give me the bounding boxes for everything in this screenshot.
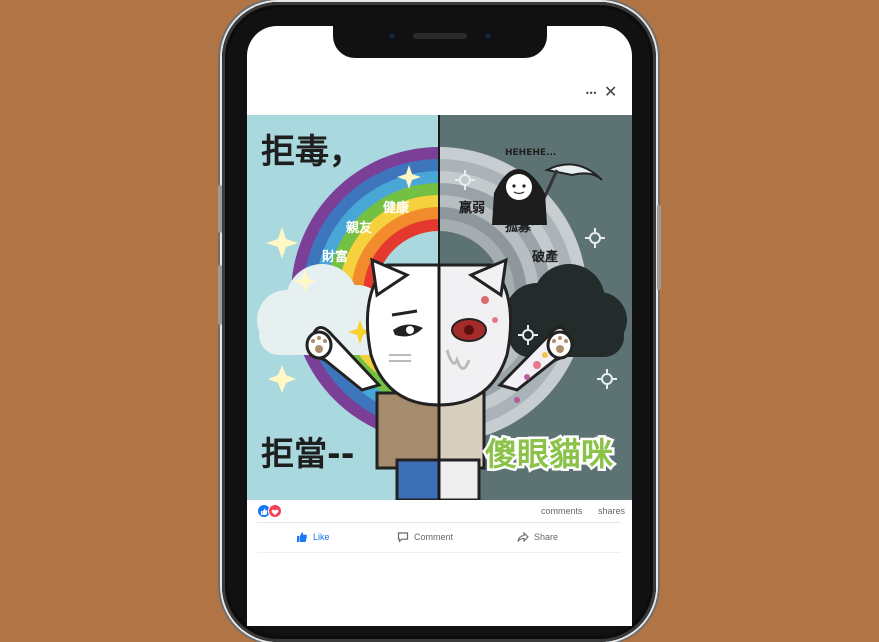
more-dots-icon: ••• <box>585 89 597 98</box>
good-word-family: 親友 <box>346 220 372 236</box>
comment-button[interactable]: Comment <box>397 528 453 546</box>
front-camera-icon <box>387 31 397 41</box>
sensor-icon <box>483 31 493 41</box>
phone-silent-switch <box>218 185 222 233</box>
bad-word-weak: 羸弱 <box>459 200 485 216</box>
headline-highlight: 傻眼貓咪 <box>485 435 613 473</box>
love-reaction-icon[interactable] <box>269 505 281 517</box>
phone-power-button <box>657 205 661 290</box>
close-button[interactable]: ✕ <box>604 84 617 100</box>
shares-count[interactable]: shares <box>598 505 625 517</box>
like-button[interactable]: Like <box>296 528 330 546</box>
good-word-health: 健康 <box>383 200 410 216</box>
headline-bottom: 拒當-- <box>261 434 354 473</box>
footer-divider <box>257 552 621 553</box>
like-label: Like <box>313 532 330 542</box>
good-word-wealth: 財富 <box>321 249 348 265</box>
speaker-grille <box>413 33 467 39</box>
phone-volume-button <box>218 265 222 325</box>
share-icon <box>517 531 529 543</box>
phone-notch <box>333 22 547 58</box>
bad-word-bankrupt: 破產 <box>532 249 558 265</box>
comments-count[interactable]: comments <box>541 505 583 517</box>
comment-icon <box>397 532 409 543</box>
actions-divider <box>257 522 621 523</box>
close-icon: ✕ <box>604 82 618 101</box>
more-options-button[interactable]: ••• <box>585 84 597 101</box>
comment-label: Comment <box>414 532 454 542</box>
share-label: Share <box>534 532 559 542</box>
reaction-counts-row: comments shares <box>247 500 632 522</box>
headline-top: 拒毒， <box>261 132 363 172</box>
thumbs-up-icon <box>297 532 307 542</box>
laugh-text: HEHEHE... <box>505 148 556 158</box>
anti-drug-cat-illustration: 拒毒， 拒當-- 傻眼貓咪 HEHEHE... 健康 親友 財富 羸弱 孤寡 破… <box>247 115 632 500</box>
bad-word-lonely: 孤寡 <box>505 219 532 235</box>
post-image[interactable]: 拒毒， 拒當-- 傻眼貓咪 HEHEHE... 健康 親友 財富 羸弱 孤寡 破… <box>247 115 632 500</box>
share-button[interactable]: Share <box>517 528 558 546</box>
